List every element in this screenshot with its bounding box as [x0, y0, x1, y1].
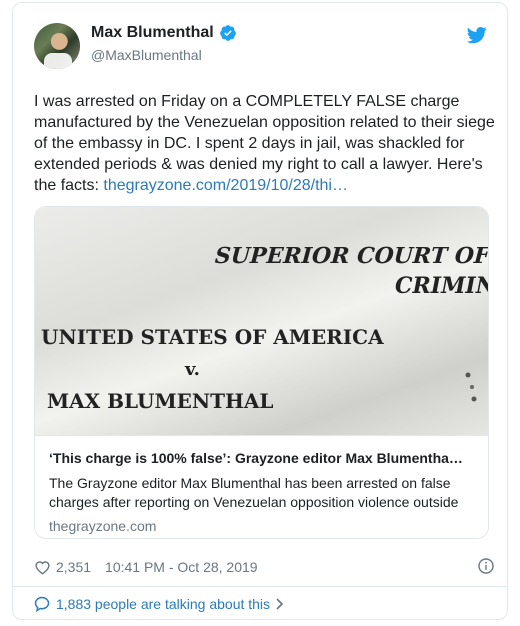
author-name[interactable]: Max Blumenthal: [91, 24, 214, 42]
link-card[interactable]: SUPERIOR COURT OF T CRIMIN UNITED STATES…: [34, 206, 489, 539]
card-domain: thegrayzone.com: [49, 518, 157, 534]
like-count[interactable]: 2,351: [56, 559, 91, 575]
card-body[interactable]: ‘This charge is 100% false’: Grayzone ed…: [35, 435, 488, 538]
author-handle[interactable]: @MaxBlumenthal: [91, 47, 202, 63]
avatar-figure: [44, 53, 72, 69]
card-image-text: CRIMIN: [395, 273, 488, 299]
twitter-bird-icon[interactable]: [467, 25, 487, 45]
timestamp[interactable]: 10:41 PM - Oct 28, 2019: [105, 559, 258, 575]
tweet-link[interactable]: thegrayzone.com/2019/10/28/thi…: [103, 177, 348, 194]
card-description: The Grayzone editor Max Blumenthal has b…: [49, 475, 459, 510]
staple-mark: [465, 372, 477, 402]
conversation-label: 1,883 people are talking about this: [56, 596, 271, 612]
card-image-text: v.: [185, 359, 200, 380]
avatar[interactable]: [34, 23, 80, 69]
tweet-embed: Max Blumenthal @MaxBlumenthal I was arre…: [12, 2, 508, 620]
divider: [13, 586, 507, 587]
info-icon[interactable]: [478, 558, 494, 574]
tweet-meta: 2,351 10:41 PM - Oct 28, 2019: [34, 556, 494, 578]
card-title: ‘This charge is 100% false’: Grayzone ed…: [49, 450, 463, 466]
author-name-row: Max Blumenthal: [91, 24, 237, 42]
card-image-text: MAX BLUMENTHAL: [47, 389, 274, 413]
card-image[interactable]: SUPERIOR COURT OF T CRIMIN UNITED STATES…: [35, 207, 488, 435]
card-image-text: SUPERIOR COURT OF T: [214, 243, 488, 269]
speech-bubble-icon: [34, 596, 50, 612]
conversation-link[interactable]: 1,883 people are talking about this: [34, 596, 284, 612]
verified-badge-icon: [219, 25, 236, 41]
chevron-right-icon: [276, 598, 284, 610]
card-image-text: UNITED STATES OF AMERICA: [41, 325, 384, 349]
tweet-text: I was arrested on Friday on a COMPLETELY…: [34, 91, 496, 196]
heart-icon[interactable]: [34, 559, 51, 575]
